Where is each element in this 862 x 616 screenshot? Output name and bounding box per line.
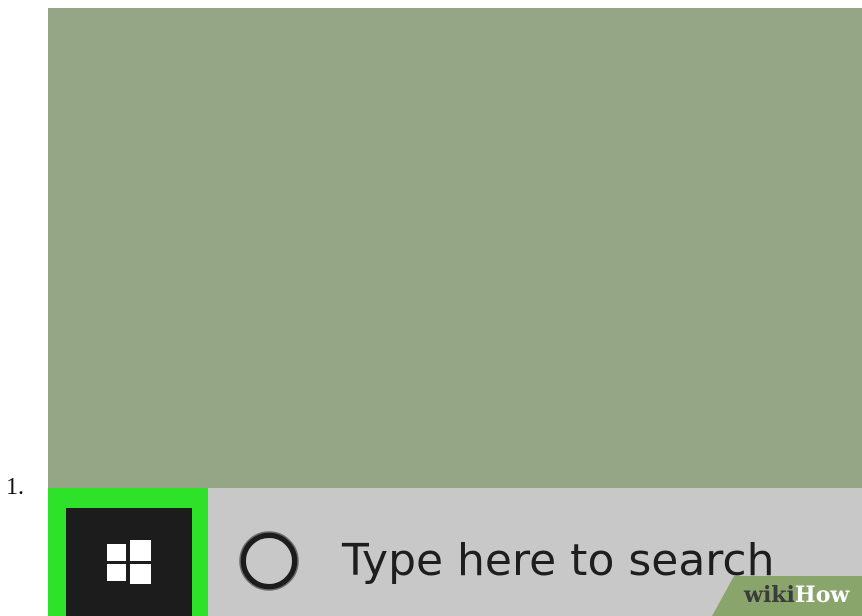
cortana-circle-icon [239,531,299,591]
desktop-background [48,8,862,488]
page: 1. Type here to search wikiHow [0,0,862,616]
watermark-how: How [794,582,850,608]
watermark-wiki: wiki [744,582,795,608]
start-button[interactable] [66,508,192,616]
watermark-text: wikiHow [744,582,849,608]
step-number: 1. [6,474,24,500]
windows-logo-icon [107,540,151,584]
wikihow-watermark: wikiHow [712,576,862,616]
screenshot-illustration: Type here to search wikiHow [48,8,862,616]
search-placeholder: Type here to search [342,535,775,586]
